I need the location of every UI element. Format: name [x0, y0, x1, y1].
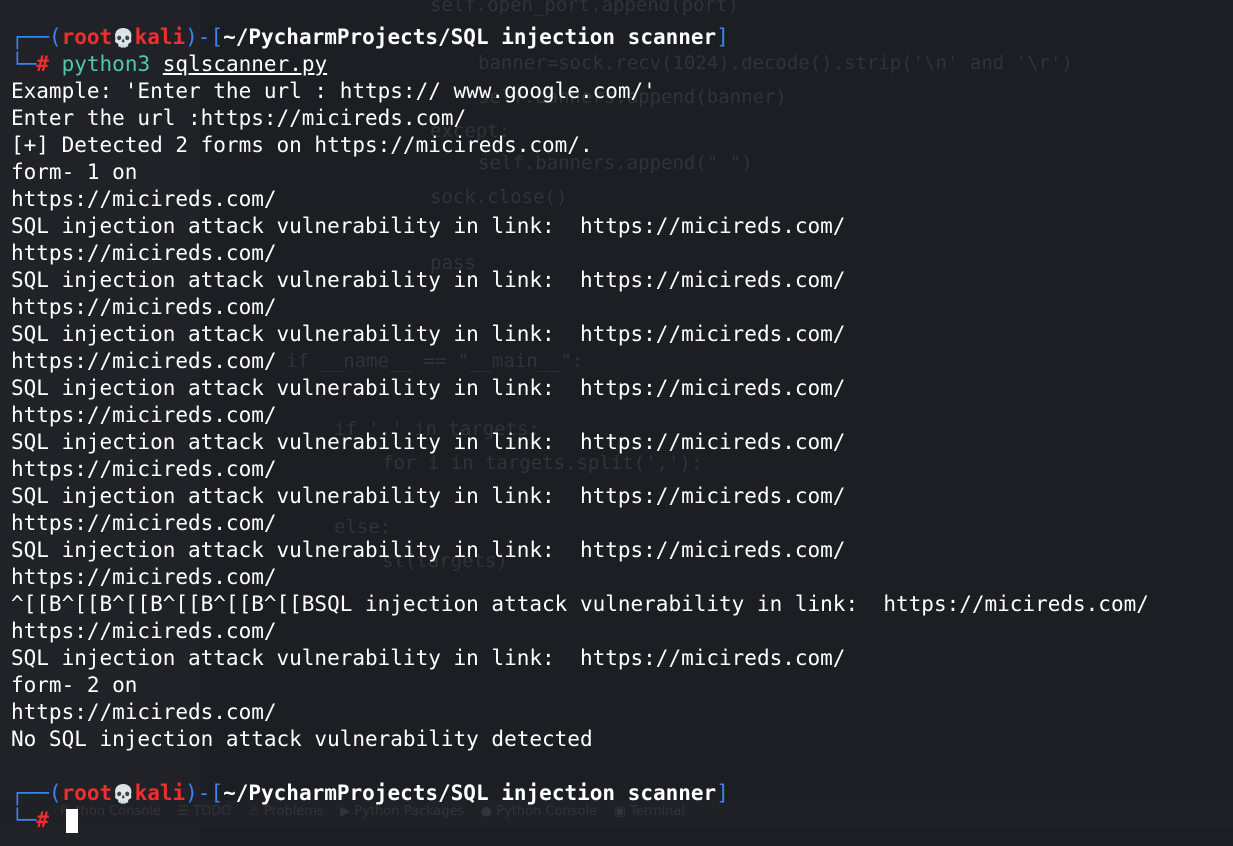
prompt-user: root — [61, 25, 113, 49]
prompt-command-line: └─# python3 sqlscanner.py — [11, 51, 1149, 78]
prompt-input-line[interactable]: └─# — [11, 807, 1149, 834]
output-line: SQL injection attack vulnerability in li… — [11, 322, 846, 346]
output-line: Enter the url :https://micireds.com/ — [11, 106, 467, 130]
output-line: https://micireds.com/ — [11, 403, 277, 427]
output-line: form- 1 on — [11, 160, 138, 184]
output-line: SQL injection attack vulnerability in li… — [11, 484, 846, 508]
output-line: https://micireds.com/ — [11, 457, 277, 481]
output-line: No SQL injection attack vulnerability de… — [11, 727, 593, 751]
prompt-user: root — [61, 781, 113, 805]
terminal-output: ┌──(root💀kali)-[~/PycharmProjects/SQL in… — [11, 24, 1149, 834]
output-line: https://micireds.com/ — [11, 295, 277, 319]
output-line: Example: 'Enter the url : https:// www.g… — [11, 79, 656, 103]
prompt-frame: )-[ — [185, 25, 224, 49]
command-text: python3 — [61, 52, 151, 76]
output-line: https://micireds.com/ — [11, 565, 277, 589]
output-line: https://micireds.com/ — [11, 511, 277, 535]
prompt-host: kali — [134, 25, 186, 49]
output-line: form- 2 on — [11, 673, 138, 697]
output-line: SQL injection attack vulnerability in li… — [11, 430, 846, 454]
output-line: SQL injection attack vulnerability in li… — [11, 646, 846, 670]
command-argument: sqlscanner.py — [162, 52, 328, 76]
terminal-window[interactable]: self.open_port.append(port) banner=sock.… — [0, 0, 1233, 846]
output-line: https://micireds.com/ — [11, 187, 277, 211]
skull-icon: 💀 — [112, 784, 135, 805]
prompt-frame: ] — [716, 781, 729, 805]
output-line: https://micireds.com/ — [11, 241, 277, 265]
output-line: https://micireds.com/ — [11, 700, 277, 724]
prompt-hash: # — [36, 52, 49, 76]
output-line: SQL injection attack vulnerability in li… — [11, 268, 846, 292]
output-line: https://micireds.com/ — [11, 349, 277, 373]
prompt-frame: ] — [716, 25, 729, 49]
prompt-frame: └─ — [11, 808, 37, 832]
output-line: ^[[B^[[B^[[B^[[B^[[B^[[BSQL injection at… — [11, 592, 1149, 616]
prompt-header-line: ┌──(root💀kali)-[~/PycharmProjects/SQL in… — [11, 24, 1149, 51]
text-cursor[interactable] — [65, 809, 78, 833]
prompt-frame: ┌──( — [11, 781, 62, 805]
output-line: SQL injection attack vulnerability in li… — [11, 376, 846, 400]
output-line: SQL injection attack vulnerability in li… — [11, 538, 846, 562]
output-line: [+] Detected 2 forms on https://micireds… — [11, 133, 593, 157]
output-line: SQL injection attack vulnerability in li… — [11, 214, 846, 238]
skull-icon: 💀 — [112, 28, 135, 49]
prompt-cwd: ~/PycharmProjects/SQL injection scanner — [223, 781, 717, 805]
prompt-host: kali — [134, 781, 186, 805]
prompt-frame: )-[ — [185, 781, 224, 805]
prompt-hash: # — [36, 808, 49, 832]
prompt-frame: ┌──( — [11, 25, 62, 49]
prompt-cwd: ~/PycharmProjects/SQL injection scanner — [223, 25, 717, 49]
output-line: https://micireds.com/ — [11, 619, 277, 643]
prompt-frame: └─ — [11, 52, 37, 76]
prompt-header-line: ┌──(root💀kali)-[~/PycharmProjects/SQL in… — [11, 780, 1149, 807]
